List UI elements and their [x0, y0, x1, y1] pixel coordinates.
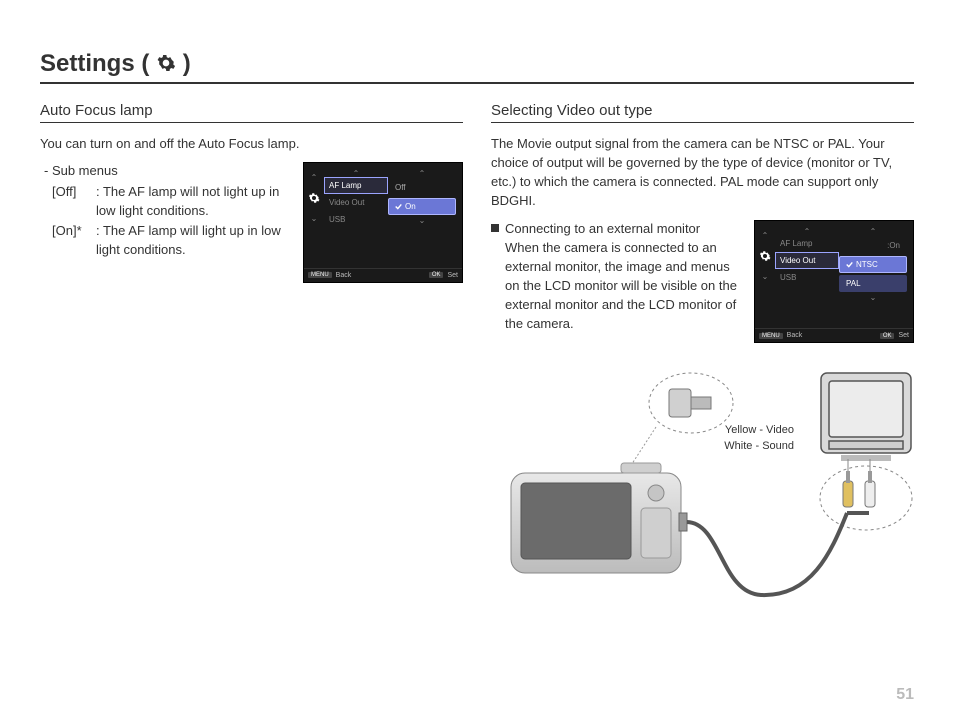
lcd-value-on-text: :On [887, 241, 900, 250]
lcd-list-aflamp: AF Lamp [780, 239, 812, 248]
lcd-list-item: AF Lamp [775, 235, 839, 252]
ok-button-icon: OK [429, 272, 444, 278]
page-title-suffix: ) [183, 50, 191, 77]
chevron-up-icon: ⌃ [324, 169, 388, 177]
lcd-footer-back: Back [336, 272, 352, 279]
right-intro: The Movie output signal from the camera … [491, 135, 914, 210]
submenu-on-desc: : The AF lamp will light up in low light… [96, 222, 293, 260]
label-white-sound: White - Sound [724, 439, 794, 454]
chevron-up-icon: ⌃ [775, 227, 839, 235]
label-yellow-video: Yellow - Video [724, 423, 794, 438]
lcd-value-ntsc: NTSC [839, 256, 907, 273]
connecting-body: When the camera is connected to an exter… [491, 239, 744, 333]
submenu-on-key: [On]* [52, 222, 96, 260]
lcd-list-item: USB [775, 269, 839, 286]
lcd-value-off: Off [388, 179, 456, 196]
gear-icon [759, 250, 771, 262]
connecting-title-text: Connecting to an external monitor [505, 221, 700, 236]
chevron-up-icon: ⌃ [839, 227, 907, 236]
chevron-up-icon: ⌃ [311, 173, 318, 182]
lcd-value-ntsc-label: NTSC [856, 260, 878, 269]
lcd-value-off-label: Off [395, 183, 406, 192]
lcd-value-on-label: On [405, 202, 416, 211]
left-intro: You can turn on and off the Auto Focus l… [40, 135, 463, 154]
lcd-footer-back: Back [787, 332, 803, 339]
page-title: Settings ( ) [40, 50, 914, 84]
chevron-up-icon: ⌃ [388, 169, 456, 178]
check-icon [846, 261, 853, 268]
lcd-footer: MENU Back OK Set [755, 328, 913, 342]
lcd-value-on-label: :On [839, 237, 907, 254]
chevron-down-icon: ⌄ [762, 272, 769, 281]
square-bullet-icon [491, 224, 499, 232]
lcd-list-item: Video Out [324, 194, 388, 211]
lcd-footer-set: Set [898, 332, 909, 339]
lcd-value-pal: PAL [839, 275, 907, 292]
lcd-value-on: On [388, 198, 456, 215]
submenu-off-key: [Off] [52, 183, 96, 221]
ok-button-icon: OK [880, 333, 895, 339]
submenu-off-desc: : The AF lamp will not light up in low l… [96, 183, 293, 221]
lcd-value-pal-label: PAL [846, 279, 861, 288]
lcd-footer-set: Set [447, 272, 458, 279]
right-heading: Selecting Video out type [491, 102, 914, 123]
sub-menus-label: - Sub menus [40, 162, 293, 181]
lcd-list-item: AF Lamp [324, 177, 388, 194]
check-icon [395, 203, 402, 210]
gear-icon [156, 53, 176, 73]
left-column: Auto Focus lamp You can turn on and off … [40, 102, 463, 623]
chevron-up-icon: ⌃ [762, 231, 769, 240]
menu-button-icon: MENU [308, 272, 332, 278]
lcd-list-item: Video Out [775, 252, 839, 269]
illustration-labels: Yellow - Video White - Sound [724, 423, 794, 454]
lcd-footer: MENU Back OK Set [304, 268, 462, 282]
connecting-title: Connecting to an external monitor [491, 220, 744, 239]
lcd-preview-aflamp: ⌃ ⌄ ⌃ AF Lamp Video Out USB ⌃ [303, 162, 463, 283]
lcd-preview-videoout: ⌃ ⌄ ⌃ AF Lamp Video Out USB [754, 220, 914, 343]
chevron-down-icon: ⌄ [311, 214, 318, 223]
page-title-prefix: Settings ( [40, 50, 156, 77]
gear-icon [308, 192, 320, 204]
lcd-list-item: USB [324, 211, 388, 228]
menu-button-icon: MENU [759, 333, 783, 339]
connection-illustration: Yellow - Video White - Sound [491, 363, 914, 623]
submenu-on: [On]* : The AF lamp will light up in low… [40, 222, 293, 260]
page-number: 51 [896, 686, 914, 704]
chevron-down-icon: ⌄ [388, 216, 456, 225]
right-column: Selecting Video out type The Movie outpu… [491, 102, 914, 623]
submenu-off: [Off] : The AF lamp will not light up in… [40, 183, 293, 221]
chevron-down-icon: ⌄ [839, 293, 907, 302]
left-heading: Auto Focus lamp [40, 102, 463, 123]
